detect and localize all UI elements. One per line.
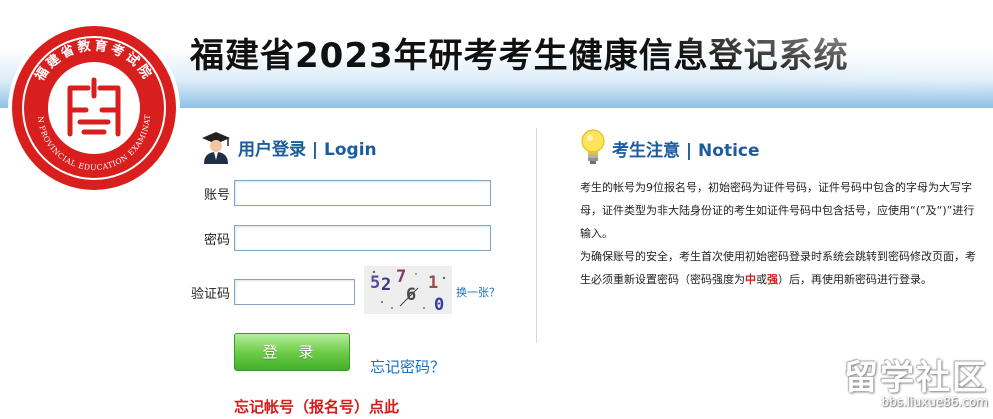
password-row: 密码 bbox=[200, 225, 491, 251]
strength-medium: 中 bbox=[745, 273, 756, 286]
forgot-password-link[interactable]: 忘记密码？ bbox=[370, 356, 445, 377]
account-input[interactable] bbox=[234, 180, 491, 206]
fujian-education-exam-seal-icon: 福建省教育考试院 FUJIAN PROVINCIAL EDUCATION EXA… bbox=[4, 15, 176, 190]
strength-strong: 强 bbox=[767, 273, 778, 286]
svg-text:0: 0 bbox=[434, 295, 444, 314]
forgot-account-link[interactable]: 忘记帐号（报名号）点此 bbox=[234, 396, 399, 417]
svg-text:5: 5 bbox=[370, 273, 380, 293]
svg-text:1: 1 bbox=[428, 273, 438, 293]
notice-paragraph-2: 为确保账号的安全，考生首次使用初始密码登录时系统会跳转到密码修改页面，考生必须重… bbox=[580, 245, 980, 291]
login-heading-label: 用户登录 | Login bbox=[238, 139, 377, 160]
captcha-image[interactable]: 5 2 7 6 1 0 bbox=[364, 266, 452, 315]
login-button[interactable]: 登 录 bbox=[234, 333, 350, 371]
password-input[interactable] bbox=[234, 225, 491, 251]
svg-text:7: 7 bbox=[396, 267, 406, 287]
logo: 福建省教育考试院 FUJIAN PROVINCIAL EDUCATION EXA… bbox=[4, 15, 180, 194]
password-label: 密码 bbox=[203, 232, 230, 248]
notice-or: 或 bbox=[756, 273, 767, 286]
watermark: 留学社区 bbs.liuxue86.com bbox=[823, 350, 988, 410]
watermark-title: 留学社区 bbox=[844, 358, 988, 398]
account-label: 账号 bbox=[203, 187, 230, 203]
captcha-glyphs: 5 2 7 6 1 0 bbox=[370, 267, 446, 315]
notice-body: 考生的帐号为9位报名号，初始密码为证件号码，证件号码中包含的字母为大写字母，证件… bbox=[580, 176, 980, 291]
account-row: 账号 bbox=[200, 180, 491, 206]
refresh-captcha-link[interactable]: 换一张？ bbox=[456, 284, 500, 300]
notice-heading-label: 考生注意 | Notice bbox=[612, 140, 760, 161]
captcha-row: 验证码 bbox=[180, 279, 355, 305]
login-heading: 用户登录 | Login bbox=[200, 130, 377, 164]
column-divider bbox=[536, 128, 537, 343]
notice-paragraph-2-b: ）后，再使用新密码进行登录。 bbox=[778, 273, 932, 286]
captcha-label: 验证码 bbox=[190, 286, 230, 302]
lightbulb-icon bbox=[581, 129, 605, 164]
svg-text:2: 2 bbox=[381, 275, 391, 295]
page-title: 福建省2023年研考考生健康信息登记系统 bbox=[190, 36, 849, 76]
user-graduate-icon bbox=[202, 132, 230, 164]
notice-paragraph-1: 考生的帐号为9位报名号，初始密码为证件号码，证件号码中包含的字母为大写字母，证件… bbox=[580, 181, 975, 240]
captcha-input[interactable] bbox=[234, 279, 355, 305]
notice-heading: 考生注意 | Notice bbox=[580, 128, 760, 168]
